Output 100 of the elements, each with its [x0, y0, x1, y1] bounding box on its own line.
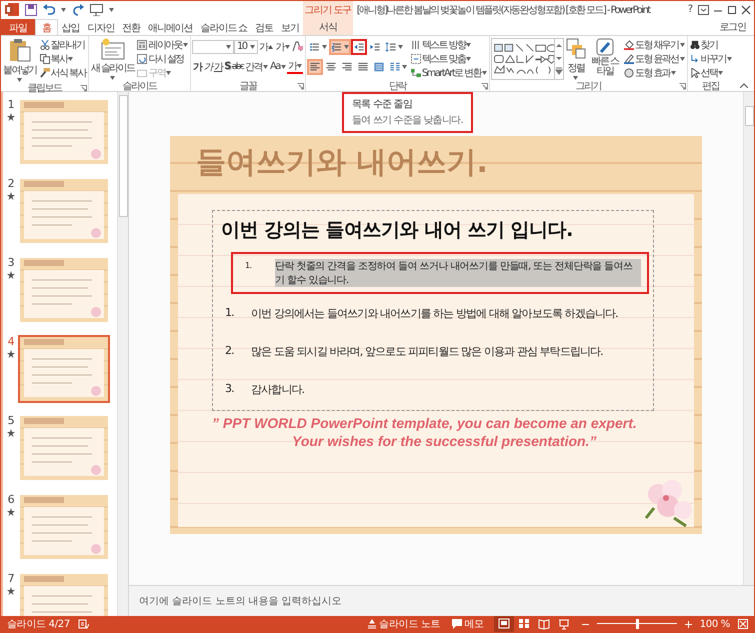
collapse-ribbon-icon[interactable] — [740, 83, 748, 88]
font-color-button[interactable]: 가 — [286, 59, 304, 74]
quick-styles-icon — [596, 38, 614, 56]
fit-to-window-icon[interactable] — [738, 619, 748, 629]
ribbon-tab[interactable]: 슬라이드 쇼 — [196, 19, 252, 35]
font-name-field[interactable] — [192, 40, 234, 54]
clear-formatting-button[interactable] — [290, 39, 304, 54]
save-icon[interactable] — [25, 4, 37, 16]
replace-button[interactable]: 바꾸기 — [688, 52, 733, 65]
close-icon[interactable] — [741, 4, 751, 14]
cut-button[interactable]: 잘라내기 — [38, 38, 87, 51]
slide-thumbnail[interactable] — [20, 179, 108, 243]
grow-font-button[interactable]: 가 — [258, 39, 274, 54]
paint-bucket-icon — [624, 40, 634, 50]
numbering-button[interactable] — [328, 38, 351, 54]
strike-button[interactable]: abc — [230, 59, 244, 74]
caret-icon — [61, 8, 66, 12]
more-icon[interactable] — [554, 65, 563, 77]
slide-thumbnail[interactable] — [20, 337, 108, 401]
new-slide-button[interactable]: 새 슬라이드 — [90, 38, 136, 80]
quick-styles-button[interactable]: 빠른 스타일 — [588, 38, 622, 77]
section-icon — [137, 68, 148, 78]
list-item-text: 많은 도움 되시길 바라며, 앞으로도 피피티월드 많은 이용과 관심 부탁드립니다. — [251, 344, 603, 359]
smartart-button[interactable]: SmartArt로 변환 — [410, 66, 488, 79]
caret-icon — [322, 44, 327, 48]
ribbon-tab[interactable]: 애니메이션 — [144, 19, 197, 35]
comments-button[interactable]: 메모 — [450, 617, 486, 631]
shape-fill-button[interactable]: 도형 채우기 — [622, 38, 686, 51]
align-text-button[interactable]: 텍스트 맞춤 — [410, 52, 488, 65]
shape-effects-button[interactable]: 도형 효과 — [622, 66, 686, 79]
font-size-field[interactable]: 10 — [234, 40, 258, 54]
slide-thumbnail[interactable] — [20, 258, 108, 322]
sign-in-link[interactable]: 로그인 — [717, 20, 748, 34]
left-button[interactable] — [306, 58, 323, 74]
group-label: 그리기 — [576, 80, 601, 92]
case-button[interactable]: Aa — [269, 59, 287, 74]
decrease-indent-button[interactable] — [350, 38, 367, 54]
caret-icon — [466, 42, 472, 46]
ribbon-tab[interactable]: 홈 — [34, 19, 58, 35]
slide-thumbnail[interactable] — [20, 495, 108, 559]
list-item-text: 단락 첫줄의 간격을 조정하여 들여 쓰거나 내어쓰기를 만들때, 또는 전체단락을 들여쓰기 할수 있습니다. — [275, 259, 641, 287]
star-icon — [7, 508, 15, 516]
dialog-launcher-icon[interactable] — [678, 83, 686, 90]
zoom-in-icon[interactable] — [684, 620, 692, 628]
shape-outline-button[interactable]: 도형 윤곽선 — [622, 52, 686, 65]
paste-button[interactable]: 붙여넣기 — [2, 38, 38, 82]
ribbon-tab[interactable]: 삽입 — [58, 19, 84, 35]
shadow-button[interactable]: S — [223, 59, 231, 74]
arrange-button[interactable]: 정렬 — [564, 38, 587, 80]
format-painter-button[interactable]: 서식 복사 — [38, 66, 87, 79]
vertical-scrollbar[interactable] — [743, 92, 754, 585]
spacing-button[interactable]: 간격 — [244, 59, 270, 74]
copy-button[interactable]: 복사 — [38, 52, 87, 65]
caret-icon — [17, 78, 22, 82]
star-icon — [7, 192, 15, 200]
ribbon-display-icon[interactable] — [698, 4, 709, 14]
reset-button[interactable]: 다시 설정 — [136, 52, 189, 65]
maximize-icon[interactable] — [727, 4, 737, 14]
shrink-font-button[interactable]: 가 — [274, 39, 291, 54]
columns-icon — [388, 62, 401, 72]
shape-effects-icon — [624, 68, 634, 78]
layout-button[interactable]: 레이아웃 — [136, 38, 189, 51]
ribbon-tab[interactable]: 디자인 — [84, 19, 118, 35]
smartart-icon — [410, 68, 421, 78]
select-button[interactable]: 선택 — [688, 66, 733, 79]
distributed-icon — [372, 62, 385, 72]
text-box[interactable]: 이번 강의는 들여쓰기와 내어 쓰기 입니다. 1. 단락 첫줄의 간격을 조정하여 들여 쓰거나 내어쓰기를 만들때, 또는 전체단락을 들여쓰기 할수 있습니다. 1. 이번 강의에서는 들여쓰기와 내어쓰기를 하는 방법에 대해 알아보도록 하겠습니다. 2. 많은 도움 되시길 바라며, 앞으로도 피피티월드 많은 이용과 관심 부탁드립니다. 3. 감사합니다. — [212, 210, 654, 411]
dialog-launcher-icon[interactable] — [80, 85, 87, 92]
normal-view-button[interactable] — [494, 616, 514, 632]
help-button[interactable]: ? — [686, 4, 694, 15]
slideshow-icon[interactable] — [90, 4, 103, 16]
dialog-launcher-icon[interactable] — [296, 83, 304, 90]
caret-icon — [226, 44, 231, 48]
slide-thumbnail[interactable] — [20, 100, 108, 164]
redo-icon[interactable] — [72, 4, 84, 16]
group-label: 글꼴 — [240, 80, 256, 92]
caret-icon — [183, 42, 188, 46]
ribbon-tab[interactable]: 보기 — [276, 19, 303, 35]
star-icon — [7, 350, 15, 358]
notes-button[interactable]: 슬라이드 노트 — [365, 617, 442, 631]
slide-number: 1 — [8, 98, 14, 111]
dialog-launcher-icon[interactable] — [480, 83, 488, 90]
ribbon-tab[interactable]: 파일 — [1, 19, 35, 35]
underline-button[interactable]: 가 — [212, 59, 224, 74]
spell-check-icon[interactable] — [78, 619, 89, 629]
bold-button[interactable]: 가 — [192, 59, 202, 74]
text-direction-button[interactable]: 텍스트 방향 — [410, 38, 488, 51]
vertical-scrollbar[interactable] — [117, 92, 128, 616]
italic-button[interactable]: 가 — [202, 59, 213, 74]
window-title: [애니형]나른한 봄날의 벚꽃놀이 템플릿(자동완성형포함) [호환 모드] - PowerPoint — [356, 4, 652, 16]
ribbon-tab[interactable]: 서식 — [302, 18, 353, 35]
zoom-slider[interactable] — [596, 619, 677, 629]
caret-icon — [680, 56, 685, 60]
slider-thumb[interactable] — [636, 619, 639, 629]
undo-icon[interactable] — [43, 4, 55, 16]
slide-thumbnail[interactable] — [20, 416, 108, 480]
numbering-icon — [330, 42, 343, 52]
ribbon-tab[interactable]: 검토 — [251, 19, 277, 35]
ribbon-tab[interactable]: 전환 — [118, 19, 144, 35]
find-button[interactable]: 찾기 — [688, 38, 733, 51]
